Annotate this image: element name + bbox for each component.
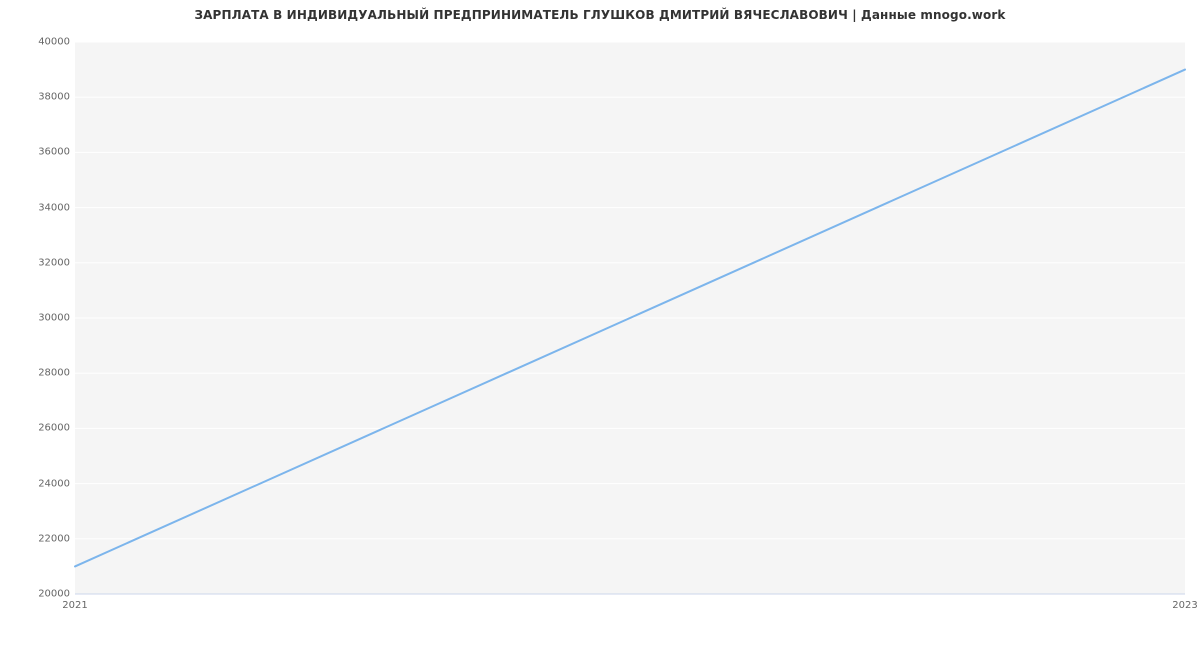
x-tick-label: 2021 (62, 600, 87, 611)
y-tick-label: 34000 (10, 202, 70, 213)
y-tick-label: 26000 (10, 423, 70, 434)
x-tick-label: 2023 (1172, 600, 1197, 611)
y-tick-label: 38000 (10, 92, 70, 103)
chart-title: ЗАРПЛАТА В ИНДИВИДУАЛЬНЫЙ ПРЕДПРИНИМАТЕЛ… (0, 8, 1200, 22)
y-tick-label: 22000 (10, 533, 70, 544)
y-tick-label: 40000 (10, 37, 70, 48)
chart-container: ЗАРПЛАТА В ИНДИВИДУАЛЬНЫЙ ПРЕДПРИНИМАТЕЛ… (0, 0, 1200, 650)
y-tick-label: 30000 (10, 313, 70, 324)
y-tick-label: 28000 (10, 368, 70, 379)
y-tick-label: 36000 (10, 147, 70, 158)
plot-svg (75, 42, 1185, 594)
plot-area (75, 42, 1185, 594)
y-tick-label: 24000 (10, 478, 70, 489)
y-tick-label: 20000 (10, 589, 70, 600)
y-tick-label: 32000 (10, 257, 70, 268)
